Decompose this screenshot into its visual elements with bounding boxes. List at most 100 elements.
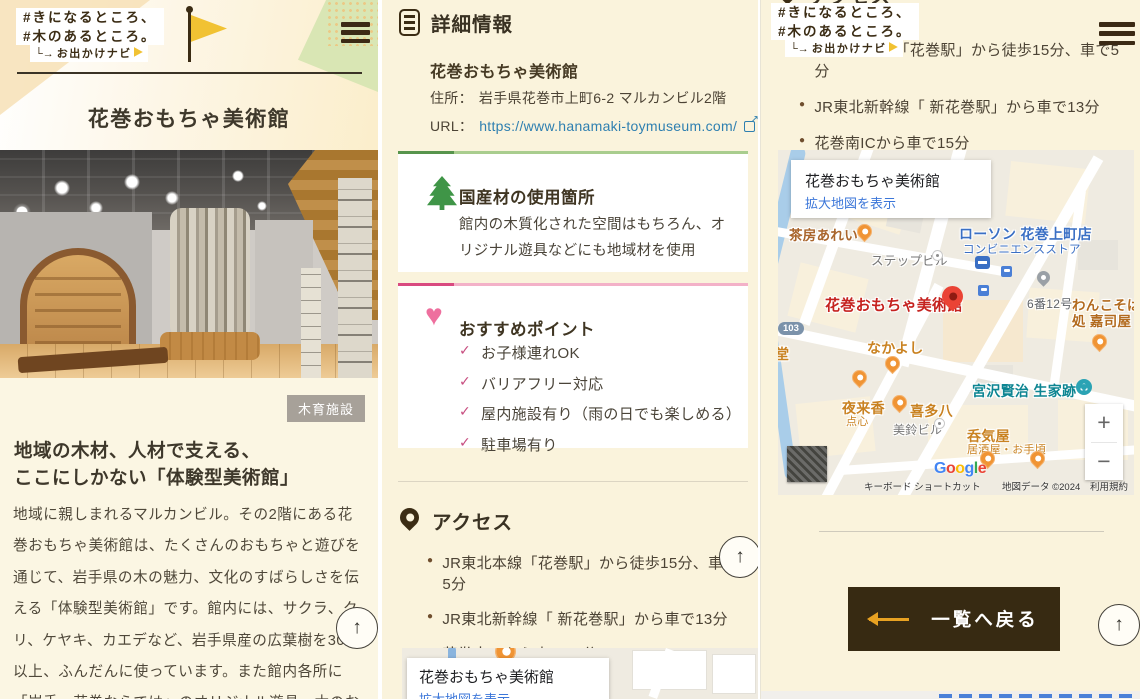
map-attribution-item[interactable]: 利用規約: [1090, 479, 1128, 493]
logo-line-3: お出かけナビ: [785, 40, 903, 57]
lead-heading-line1: 地域の木材、人材で支える、: [14, 437, 366, 463]
map-label: コンビニエンスストア: [963, 241, 1081, 257]
map-marker-shield[interactable]: 103: [778, 322, 804, 335]
bullet-icon: ●: [427, 555, 433, 566]
recommended-points-card: おすすめポイント ✓お子様連れOK✓バリアフリー対応✓屋内施設有り（雨の日でも楽…: [398, 283, 748, 448]
list-item: ✓屋内施設有り（雨の日でも楽しめる）: [459, 403, 741, 424]
map-marker-circle-white[interactable]: [932, 250, 943, 261]
hamburger-menu-icon[interactable]: [1099, 22, 1135, 45]
logo-tagline: お出かけナビ: [57, 48, 132, 60]
map-attribution-item[interactable]: キーボード ショートカット: [864, 479, 981, 493]
map-card-title: 花巻おもちゃ美術館: [419, 666, 554, 687]
recommended-points-heading: おすすめポイント: [459, 316, 595, 340]
next-section-sliver: [761, 691, 1140, 699]
list-item-text: JR東北新幹線「 新花巻駅」から車で13分: [442, 608, 728, 629]
left-arrow-icon: [869, 618, 909, 621]
map-marker-bus[interactable]: [1001, 266, 1012, 277]
map-info-card: 花巻おもちゃ美術館 拡大地図を表示: [407, 658, 609, 699]
map-marker-pin-orange[interactable]: [889, 392, 910, 413]
access-section-heading: アクセス: [398, 506, 513, 535]
map-zoom-control: + −: [1085, 404, 1123, 480]
address-value: 岩手県花巻市上町6-2 マルカンビル2階: [479, 90, 727, 106]
map-marker-pin-gray[interactable]: [1034, 268, 1052, 286]
scroll-to-top-button[interactable]: ↑: [719, 536, 758, 578]
google-logo[interactable]: Google: [934, 460, 986, 478]
access-heading-label: アクセス: [432, 506, 513, 535]
photo-birch-cylinder: [170, 208, 250, 338]
map-card-expand-link[interactable]: 拡大地図を表示: [419, 689, 510, 699]
mini-flag-icon: [889, 42, 898, 53]
logo-line-2: #木のあるところ。: [771, 22, 919, 41]
hamburger-menu-icon[interactable]: [341, 22, 370, 43]
check-icon: ✓: [459, 373, 471, 390]
list-item-text: 屋内施設有り（雨の日でも楽しめる）: [481, 403, 741, 424]
map-marker-circle-teal[interactable]: [1076, 379, 1092, 395]
mini-flag-icon: [134, 47, 143, 58]
google-logo-letter: o: [946, 460, 955, 477]
site-logo[interactable]: #きになるところ、 #木のあるところ。 お出かけナビ: [16, 8, 164, 62]
zoom-in-button[interactable]: +: [1085, 404, 1123, 442]
map-marker-pin-orange[interactable]: [849, 367, 870, 388]
bullet-icon: ●: [799, 135, 805, 146]
map-marker-pin-orange[interactable]: [1089, 331, 1110, 352]
google-map[interactable]: 茶房あれいステップビルローソン 花巻上町店コンビニエンスストア花巻おもちゃ美術館…: [778, 150, 1134, 495]
list-item: ✓駐車場有り: [459, 434, 741, 455]
header-divider: [17, 72, 362, 74]
column-details: 詳細情報 花巻おもちゃ美術館 住所： 岩手県花巻市上町6-2 マルカンビル2階 U…: [382, 0, 758, 699]
scroll-to-top-button[interactable]: ↑: [1098, 604, 1140, 646]
map-attribution: キーボード ショートカット地図データ ©2024利用規約: [778, 479, 1134, 493]
site-logo[interactable]: #きになるところ、 #木のあるところ。 お出かけナビ: [771, 3, 919, 57]
photo-cylinder-base: [160, 332, 260, 360]
back-to-list-button[interactable]: 一覧へ戻る: [848, 587, 1060, 651]
map-label: 茶房あれい: [789, 224, 858, 244]
flag-icon: [186, 6, 230, 66]
map-label: 点心: [846, 413, 869, 429]
street-view-thumbnail[interactable]: [787, 446, 827, 482]
heart-icon: [425, 299, 443, 333]
map-marker-circle-white[interactable]: [934, 418, 945, 429]
map-label: 宮沢賢治 生家跡: [972, 381, 1076, 401]
document-icon: [399, 9, 420, 36]
flag-pole: [188, 10, 191, 62]
map-label: なかよし: [867, 338, 924, 358]
up-arrow-icon: ↑: [735, 546, 745, 568]
address-row: 住所： 岩手県花巻市上町6-2 マルカンビル2階: [430, 88, 726, 108]
url-label: URL：: [430, 118, 473, 134]
location-pin-icon: [396, 504, 423, 531]
map-label: 6番12号: [1027, 295, 1073, 312]
list-item-text: お子様連れOK: [481, 342, 580, 363]
google-logo-letter: o: [955, 460, 964, 477]
wood-usage-text: 館内の木質化された空間はもちろん、オリジナル遊具などにも地域材を使用: [459, 212, 735, 264]
lead-heading-line2: ここにしかない「体験型美術館」: [14, 464, 366, 490]
list-item-text: JR東北新幹線「 新花巻駅」から車で13分: [814, 96, 1100, 117]
facility-name: 花巻おもちゃ美術館: [430, 58, 579, 82]
map-marker-shop-blue[interactable]: [975, 256, 990, 269]
map-label: 堂: [778, 344, 789, 364]
logo-tagline: お出かけナビ: [812, 43, 887, 55]
address-label: 住所：: [430, 90, 473, 106]
column-hero: #きになるところ、 #木のあるところ。 お出かけナビ 花巻おもちゃ美術館 木育施…: [0, 0, 378, 699]
list-item: ✓バリアフリー対応: [459, 373, 741, 394]
website-link[interactable]: https://www.hanamaki-toymuseum.com/: [479, 118, 737, 134]
list-item: ●JR東北新幹線「 新花巻駅」から車で13分: [427, 608, 747, 629]
page: #きになるところ、 #木のあるところ。 お出かけナビ 花巻おもちゃ美術館 木育施…: [0, 0, 1140, 699]
photo-birch-trunk: [338, 178, 372, 378]
logo-line-2: #木のあるところ。: [16, 27, 164, 46]
url-row: URL： https://www.hanamaki-toymuseum.com/: [430, 116, 755, 136]
back-button-label: 一覧へ戻る: [931, 606, 1039, 632]
map-marker-bus[interactable]: [978, 285, 989, 296]
photo-birch-trunk-2: [301, 268, 321, 378]
details-heading-label: 詳細情報: [431, 8, 513, 37]
hero-photo-museum-interior: [0, 150, 378, 378]
zoom-out-button[interactable]: −: [1085, 443, 1123, 481]
map-info-card: 花巻おもちゃ美術館 拡大地図を表示: [791, 160, 991, 218]
scroll-to-top-button[interactable]: ↑: [336, 607, 378, 649]
map-label: 処 嘉司屋: [1072, 310, 1131, 330]
recommended-points-list: ✓お子様連れOK✓バリアフリー対応✓屋内施設有り（雨の日でも楽しめる）✓駐車場有…: [459, 342, 741, 464]
clipped-link-text: [939, 694, 1135, 698]
wood-usage-card: 国産材の使用箇所 館内の木質化された空間はもちろん、オリジナル遊具などにも地域材…: [398, 151, 748, 272]
map-card-expand-link[interactable]: 拡大地図を表示: [805, 193, 896, 212]
map-embed-top[interactable]: 花巻おもちゃ美術館 拡大地図を表示: [402, 648, 758, 699]
list-item: ✓お子様連れOK: [459, 342, 741, 363]
bullet-icon: ●: [799, 99, 805, 110]
